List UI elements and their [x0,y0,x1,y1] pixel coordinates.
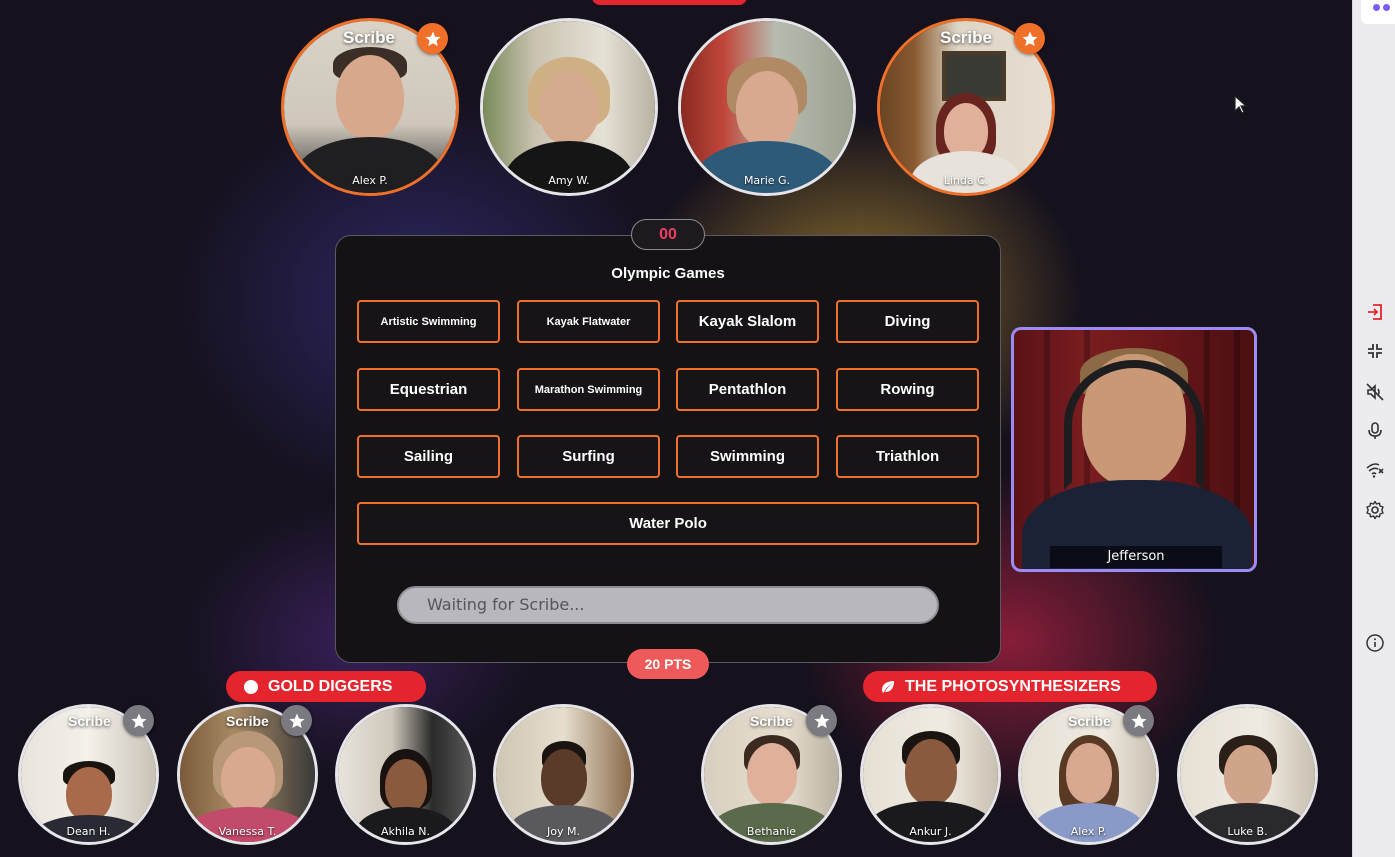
player-tile-luke-b[interactable]: Luke B. [1177,704,1318,845]
player-name: Alex P. [1070,825,1107,838]
exit-icon[interactable] [1365,302,1385,322]
info-icon[interactable] [1365,633,1385,653]
more-options-icon[interactable] [1361,0,1395,24]
mouse-cursor-icon [1234,94,1248,119]
option-kayak-slalom[interactable]: Kayak Slalom [676,300,819,343]
dot-icon [244,679,258,694]
star-icon [281,705,312,736]
microphone-icon[interactable] [1365,421,1385,441]
team-gold-diggers-pill: GOLD DIGGERS [226,671,426,702]
star-icon [806,705,837,736]
points-badge: 20 PTS [627,649,709,679]
player-tile-marie-g[interactable]: Marie G. [678,18,856,196]
scribe-label: Scribe [750,713,793,729]
star-icon [123,705,154,736]
option-artistic-swimming[interactable]: Artistic Swimming [357,300,500,343]
option-diving[interactable]: Diving [836,300,979,343]
player-tile-akhila-n[interactable]: Akhila N. [335,704,476,845]
player-name: Bethanie [746,825,797,838]
countdown-timer: 00 [631,219,705,250]
scribe-label: Scribe [1068,713,1111,729]
game-stage: Alex P. Scribe Amy W. Marie G. Linda C. … [0,0,1352,857]
collapse-icon[interactable] [1365,341,1385,361]
player-tile-amy-w[interactable]: Amy W. [480,18,658,196]
player-tile-joy-m[interactable]: Joy M. [493,704,634,845]
player-name: Alex P. [352,174,388,187]
host-name: Jefferson [1050,546,1222,568]
wifi-off-icon[interactable] [1365,460,1385,480]
guess-input[interactable]: Waiting for Scribe... [397,586,939,624]
option-sailing[interactable]: Sailing [357,435,500,478]
team-name: THE PHOTOSYNTHESIZERS [905,677,1121,695]
player-name: Ankur J. [909,825,952,838]
player-name: Dean H. [66,825,111,838]
category-title: Olympic Games [611,265,725,282]
team-photosynthesizers-pill: THE PHOTOSYNTHESIZERS [863,671,1157,702]
control-sidebar [1352,0,1395,857]
settings-icon[interactable] [1365,500,1385,520]
option-kayak-flatwater[interactable]: Kayak Flatwater [517,300,660,343]
sound-off-icon[interactable] [1365,382,1385,402]
scribe-label: Scribe [68,713,111,729]
option-equestrian[interactable]: Equestrian [357,368,500,411]
option-water-polo[interactable]: Water Polo [357,502,979,545]
option-marathon-swimming[interactable]: Marathon Swimming [517,368,660,411]
player-name: Luke B. [1227,825,1268,838]
player-name: Marie G. [743,174,791,187]
player-name: Vanessa T. [218,825,277,838]
option-swimming[interactable]: Swimming [676,435,819,478]
top-red-tab [592,0,747,5]
option-rowing[interactable]: Rowing [836,368,979,411]
player-name: Joy M. [547,825,580,838]
headphones-icon [1064,360,1204,490]
option-triathlon[interactable]: Triathlon [836,435,979,478]
star-icon [1014,23,1045,54]
scribe-label: Scribe [940,28,992,47]
scribe-label: Scribe [226,713,269,729]
player-tile-ankur-j[interactable]: Ankur J. [860,704,1001,845]
option-surfing[interactable]: Surfing [517,435,660,478]
leaf-icon [881,680,895,694]
scribe-label: Scribe [343,28,395,47]
player-name: Akhila N. [381,825,430,838]
player-name: Amy W. [548,174,590,187]
team-name: GOLD DIGGERS [268,677,393,695]
host-video: Jefferson [1011,327,1257,572]
player-name: Linda C. [943,174,989,187]
star-icon [1123,705,1154,736]
star-icon [417,23,448,54]
option-pentathlon[interactable]: Pentathlon [676,368,819,411]
